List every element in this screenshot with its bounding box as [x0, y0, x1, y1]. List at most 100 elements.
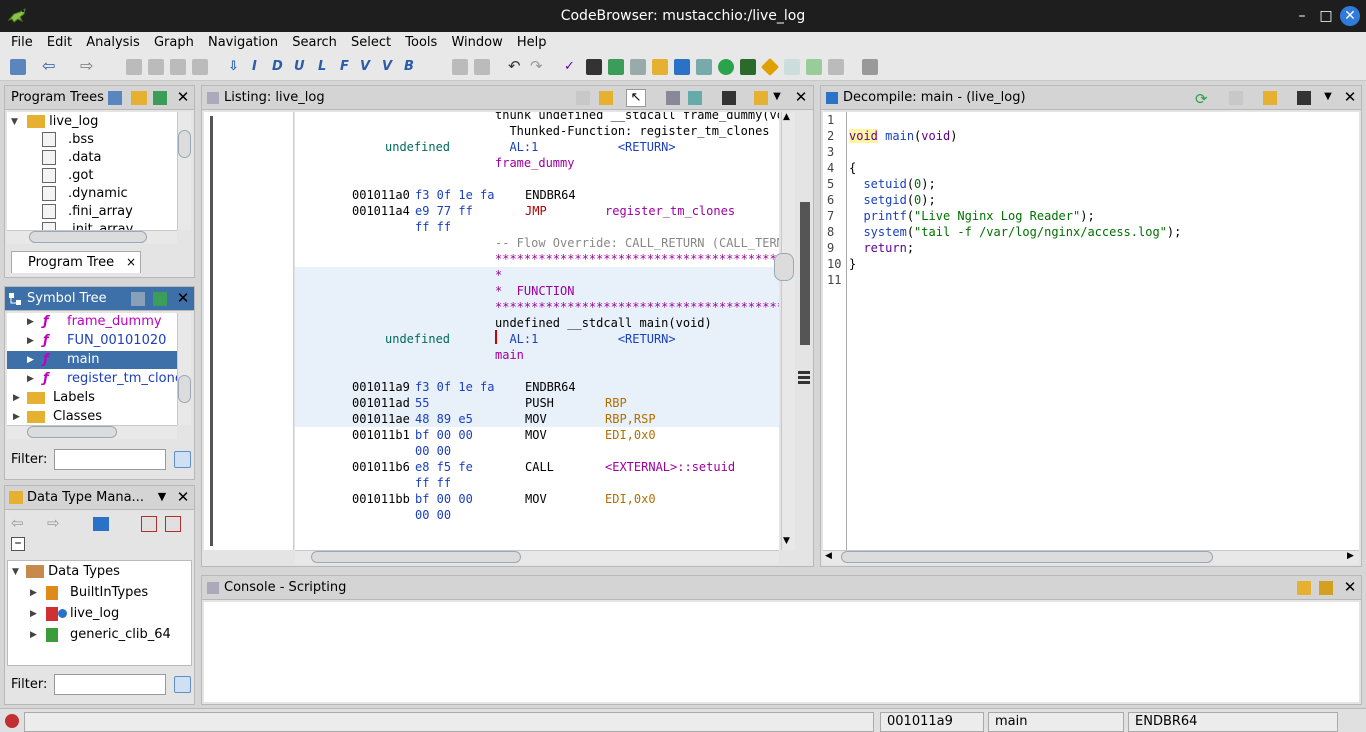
redo-icon[interactable]: ↷: [530, 59, 546, 75]
data-table-icon[interactable]: [630, 59, 646, 75]
tree-item-data[interactable]: .data: [42, 149, 101, 167]
chevron-down-icon[interactable]: ▼: [155, 490, 169, 504]
filter-options-icon[interactable]: [174, 451, 191, 468]
decompile-line[interactable]: printf("Live Nginx Log Reader");: [849, 208, 1094, 224]
listing-bytes-continued[interactable]: 00 00: [415, 443, 451, 459]
close-icon[interactable]: ✕: [794, 90, 808, 105]
function-call[interactable]: printf: [863, 209, 906, 223]
listing-mnemonic[interactable]: PUSH: [525, 395, 554, 411]
menu-graph[interactable]: Graph: [154, 32, 194, 50]
close-icon[interactable]: ✕: [1343, 90, 1357, 105]
diamond-icon[interactable]: [760, 57, 780, 77]
listing-code-view[interactable]: thunk undefined __stdcall frame_dummy(vo…: [295, 112, 779, 550]
listing-operands[interactable]: EDI,0x0: [605, 491, 656, 507]
listing-address[interactable]: 001011b1: [352, 427, 410, 443]
listing-label[interactable]: main: [495, 347, 524, 363]
listing-address[interactable]: 001011a0: [352, 187, 410, 203]
call-tree-icon[interactable]: [696, 59, 712, 75]
menu-navigation[interactable]: Navigation: [208, 32, 278, 50]
options-icon[interactable]: [754, 91, 768, 105]
collapse-all-icon[interactable]: –: [11, 536, 25, 551]
keyword-return[interactable]: return: [863, 241, 906, 255]
filter-arrays-icon[interactable]: [141, 516, 157, 532]
listing-mnemonic[interactable]: JMP: [525, 203, 547, 219]
menu-analysis[interactable]: Analysis: [86, 32, 140, 50]
close-icon[interactable]: ✕: [1343, 580, 1357, 595]
decompile-line[interactable]: void main(void): [849, 128, 957, 144]
menu-file[interactable]: File: [11, 32, 33, 50]
tab-close-icon[interactable]: ×: [126, 255, 136, 269]
next-undefined-icon[interactable]: U: [294, 59, 310, 75]
save-icon[interactable]: [10, 59, 26, 75]
listing-mnemonic[interactable]: MOV: [525, 411, 547, 427]
listing-label[interactable]: frame_dummy: [495, 155, 574, 171]
next-instruction-icon[interactable]: I: [252, 59, 268, 75]
diff-icon[interactable]: [688, 91, 702, 105]
listing-address[interactable]: 001011bb: [352, 491, 410, 507]
bookmarks-icon[interactable]: [608, 59, 624, 75]
listing-comment-box[interactable]: ****************************************…: [495, 299, 779, 315]
call-argument[interactable]: 0: [914, 177, 921, 191]
scroll-up-icon[interactable]: ▲: [783, 112, 790, 122]
next-value-icon[interactable]: V: [360, 59, 376, 75]
listing-operands[interactable]: <EXTERNAL>::setuid: [605, 459, 735, 475]
tree-item-bss[interactable]: .bss: [42, 131, 94, 149]
decompile-code[interactable]: void main(void) { setuid(0); setgid(0); p…: [849, 112, 1349, 550]
listing-comment-box[interactable]: * FUNCTION: [495, 283, 574, 299]
listing-function-signature[interactable]: undefined __stdcall main(void): [495, 315, 712, 331]
function-graph-icon[interactable]: [674, 59, 690, 75]
tree-item-fini-array[interactable]: .fini_array: [42, 203, 133, 221]
function-call[interactable]: setgid: [863, 193, 906, 207]
menu-select[interactable]: Select: [351, 32, 391, 50]
menu-help[interactable]: Help: [517, 32, 547, 50]
listing-bytes[interactable]: e9 77 ff: [415, 203, 473, 219]
snapshot-icon[interactable]: [862, 59, 878, 75]
scroll-right-icon[interactable]: ▶: [1347, 551, 1354, 561]
chevron-down-icon[interactable]: ▼: [770, 90, 784, 104]
next-down-icon[interactable]: ⇩: [228, 59, 244, 75]
lock-icon[interactable]: [1297, 581, 1311, 595]
close-icon[interactable]: ✕: [176, 490, 190, 505]
symbol-tree-vscroll[interactable]: [177, 313, 191, 425]
export-icon[interactable]: [806, 59, 822, 75]
listing-bytes-continued[interactable]: 00 00: [415, 507, 451, 523]
symbol-view-icon[interactable]: [153, 292, 167, 306]
keyword-void[interactable]: void: [849, 129, 878, 143]
overview-bar[interactable]: [800, 202, 810, 345]
scroll-thumb[interactable]: [27, 426, 117, 438]
next-label-icon[interactable]: L: [318, 59, 334, 75]
copy-icon[interactable]: [1229, 91, 1243, 105]
listing-address[interactable]: 001011ad: [352, 395, 410, 411]
listing-address[interactable]: 001011a4: [352, 203, 410, 219]
listing-mnemonic[interactable]: MOV: [525, 427, 547, 443]
listing-return-storage[interactable]: AL:1 <RETURN>: [495, 139, 675, 155]
tree-item-dynamic[interactable]: .dynamic: [42, 185, 128, 203]
menu-tools[interactable]: Tools: [405, 32, 437, 50]
data-type-filter-input[interactable]: [54, 674, 166, 695]
run-script-icon[interactable]: [718, 59, 734, 75]
symbol-action-icon[interactable]: [131, 292, 145, 306]
menu-window[interactable]: Window: [451, 32, 502, 50]
decompile-line[interactable]: {: [849, 160, 856, 176]
script-manager-icon[interactable]: [740, 59, 756, 75]
listing-thunk-header[interactable]: thunk undefined __stdcall frame_dummy(vo…: [495, 112, 779, 123]
status-icon[interactable]: [5, 714, 19, 728]
close-icon[interactable]: ✕: [176, 291, 190, 306]
menu-search[interactable]: Search: [292, 32, 337, 50]
listing-mnemonic[interactable]: CALL: [525, 459, 554, 475]
refresh-icon[interactable]: ⟳: [1195, 90, 1208, 108]
listing-return-type[interactable]: undefined: [385, 139, 450, 155]
decompile-hscroll[interactable]: ◀ ▶: [823, 550, 1359, 564]
memory-map-icon[interactable]: [586, 59, 602, 75]
decompile-line[interactable]: return;: [849, 240, 914, 256]
listing-comment-box[interactable]: *: [495, 267, 502, 283]
table-icon[interactable]: [784, 59, 800, 75]
copy-icon[interactable]: [576, 91, 590, 105]
listing-operands[interactable]: register_tm_clones: [605, 203, 735, 219]
scroll-left-icon[interactable]: ◀: [825, 551, 832, 561]
nav-undefined-icon[interactable]: [170, 59, 186, 75]
maximize-button[interactable]: □: [1316, 6, 1336, 26]
open-folder-icon[interactable]: [131, 91, 147, 105]
listing-flow-override[interactable]: -- Flow Override: CALL_RETURN (CALL_TERM…: [495, 235, 779, 251]
forward-arrow-icon[interactable]: ⇨: [47, 514, 60, 532]
